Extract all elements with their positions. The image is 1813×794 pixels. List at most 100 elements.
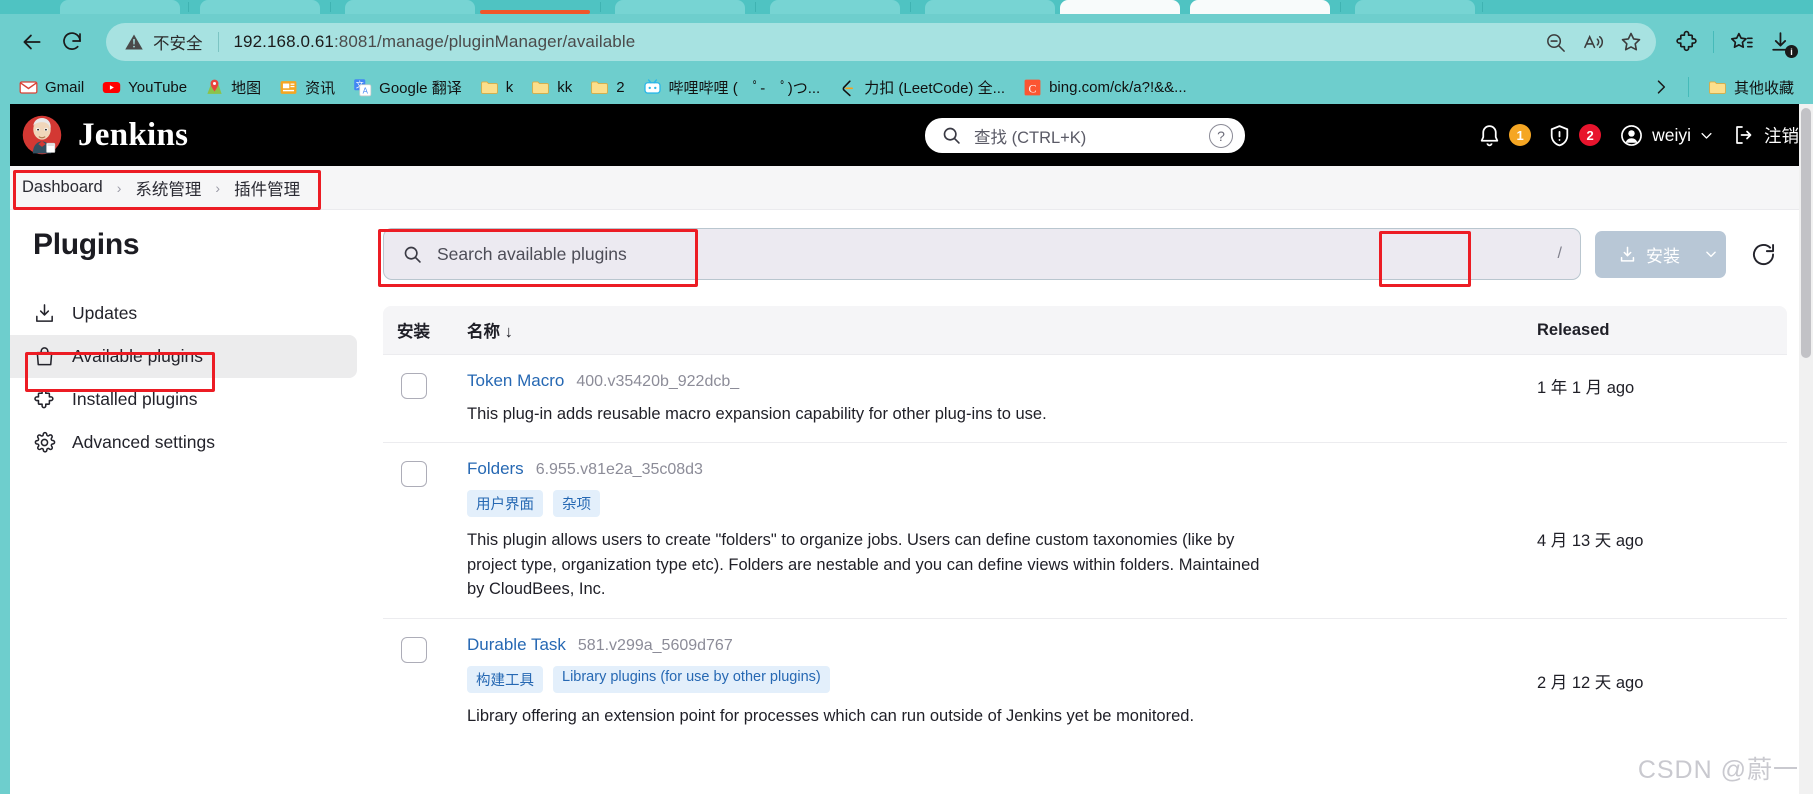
omnibox-actions <box>1536 23 1650 61</box>
shopping-bag-icon <box>36 347 53 366</box>
gear-icon <box>34 431 56 453</box>
bookmark-label: 力扣 (LeetCode) 全... <box>864 79 1006 97</box>
back-button[interactable] <box>12 22 52 62</box>
bookmark-google-translate[interactable]: 文 A Google 翻译 <box>344 74 471 101</box>
downloads-badge: i <box>1785 45 1798 58</box>
search-placeholder: Search available plugins <box>437 243 627 264</box>
plugin-label[interactable]: 构建工具 <box>467 665 543 693</box>
bookmark-bilibili[interactable]: 哔哩哔哩 ( ﾟ- ﾟ)つ... <box>634 74 830 101</box>
bookmark-youtube[interactable]: YouTube <box>93 75 196 100</box>
bookmark-label: 2 <box>616 78 625 96</box>
plugin-checkbox[interactable] <box>401 461 427 488</box>
notifications-button[interactable]: 1 <box>1471 123 1537 148</box>
tab-divider <box>600 2 601 12</box>
scrollbar-thumb[interactable] <box>1801 108 1811 358</box>
search-input[interactable]: Search available plugins / <box>383 228 1581 280</box>
browser-tab[interactable] <box>345 0 475 14</box>
downloads-icon[interactable]: i <box>1761 22 1801 62</box>
breadcrumb-separator: › <box>215 179 221 196</box>
row-name-cell: Token Macro 400.v35420b_922dcb_ This plu… <box>467 371 1537 426</box>
address-bar[interactable]: 不安全 192.168.0.61:8081/manage/pluginManag… <box>106 23 1656 61</box>
plugin-checkbox[interactable] <box>401 373 427 399</box>
collections-icon[interactable] <box>1721 22 1761 62</box>
browser-tab[interactable] <box>60 0 180 14</box>
search-icon <box>943 127 960 144</box>
sidebar-item-advanced-settings[interactable]: Advanced settings <box>0 421 357 464</box>
breadcrumb-item-dashboard[interactable]: Dashboard <box>22 178 103 197</box>
url-host: 192.168.0.61 <box>233 32 334 51</box>
bookmark-gmail[interactable]: Gmail <box>10 75 93 100</box>
install-button[interactable]: 安装 <box>1595 230 1703 278</box>
bookmark-folder-kk[interactable]: kk <box>522 75 581 100</box>
url-text[interactable]: 192.168.0.61:8081/manage/pluginManager/a… <box>234 32 636 52</box>
plugin-name-link[interactable]: Folders <box>467 459 524 479</box>
plugin-description: This plug-in adds reusable macro expansi… <box>467 405 1047 423</box>
sidebar-item-installed-plugins[interactable]: Installed plugins <box>0 378 357 421</box>
row-install-cell <box>383 635 467 728</box>
folder-icon <box>532 81 550 94</box>
plugin-released: 4 月 13 天 ago <box>1537 532 1644 551</box>
column-header-released[interactable]: Released <box>1537 321 1787 340</box>
bookmark-folder-k[interactable]: k <box>471 75 523 100</box>
plugin-label[interactable]: 用户界面 <box>467 490 543 518</box>
plugin-label[interactable]: 杂项 <box>553 490 600 518</box>
jenkins-title: Jenkins <box>78 116 189 153</box>
omnibox-divider <box>217 32 219 52</box>
browser-tab-active[interactable] <box>1060 0 1180 14</box>
plugin-name-link[interactable]: Durable Task <box>467 635 566 655</box>
breadcrumb-separator: › <box>116 179 122 196</box>
security-warnings-button[interactable]: 2 <box>1541 123 1607 148</box>
page-scrollbar[interactable] <box>1799 104 1813 794</box>
folder-icon <box>1709 81 1726 94</box>
bookmarks-overflow-chevron-right-icon[interactable] <box>1644 72 1678 102</box>
puzzle-piece-icon <box>34 389 54 409</box>
maps-icon <box>207 79 222 94</box>
security-warning[interactable]: 不安全 <box>124 30 203 54</box>
bookmark-leetcode[interactable]: 力扣 (LeetCode) 全... <box>829 74 1014 101</box>
bookmark-label: 资讯 <box>305 79 336 97</box>
row-install-cell <box>383 459 467 601</box>
browser-tab[interactable] <box>770 0 900 14</box>
bilibili-icon <box>643 78 661 94</box>
read-aloud-icon[interactable] <box>1574 23 1612 61</box>
breadcrumb-item-plugins[interactable]: 插件管理 <box>234 176 300 200</box>
bookmark-other-favorites[interactable]: 其他收藏 <box>1699 74 1803 101</box>
watermark: CSDN @蔚一 <box>1637 756 1799 784</box>
bookmark-label: kk <box>557 78 573 96</box>
browser-tab[interactable] <box>1355 0 1475 14</box>
bookmark-maps[interactable]: 地图 <box>196 74 270 101</box>
browser-tab[interactable] <box>1190 0 1330 14</box>
plugin-label[interactable]: Library plugins (for use by other plugin… <box>553 665 830 693</box>
logout-button[interactable]: 注销 <box>1726 123 1805 148</box>
column-header-name[interactable]: 名称 ↓ <box>467 318 1537 342</box>
user-menu[interactable]: weiyi <box>1611 123 1722 148</box>
jenkins-search-placeholder: 查找 (CTRL+K) <box>974 128 1087 147</box>
tab-strip[interactable] <box>0 0 1813 14</box>
zoom-out-icon[interactable] <box>1536 23 1574 61</box>
breadcrumb-item-system[interactable]: 系统管理 <box>135 176 201 200</box>
browser-tab[interactable] <box>925 0 1055 14</box>
jenkins-search-input[interactable]: 查找 (CTRL+K) ? <box>925 118 1245 153</box>
browser-tab[interactable] <box>200 0 320 14</box>
plugin-name-link[interactable]: Token Macro <box>467 371 564 391</box>
bookmark-folder-2[interactable]: 2 <box>581 75 633 100</box>
bookmark-bing[interactable]: C bing.com/ck/a?!&&... <box>1014 75 1196 100</box>
sidebar-item-available-plugins[interactable]: Available plugins <box>0 335 357 378</box>
tab-divider <box>1340 2 1341 12</box>
favorite-star-icon[interactable] <box>1612 23 1650 61</box>
youtube-icon <box>102 81 121 93</box>
plugin-checkbox[interactable] <box>401 636 427 663</box>
bookmark-news[interactable]: 资讯 <box>270 74 344 101</box>
folder-icon <box>591 81 609 94</box>
breadcrumb: Dashboard › 系统管理 › 插件管理 <box>0 166 1813 210</box>
row-name-cell: Durable Task 581.v299a_5609d767 构建工具 Lib… <box>467 635 1537 728</box>
browser-tab[interactable] <box>615 0 745 14</box>
tab-divider <box>1482 2 1483 12</box>
help-icon[interactable]: ? <box>1209 123 1233 148</box>
jenkins-brand[interactable]: Jenkins <box>20 113 188 157</box>
extensions-icon[interactable] <box>1666 22 1706 62</box>
sidebar-item-updates[interactable]: Updates <box>0 292 357 335</box>
refresh-button[interactable] <box>1740 231 1787 278</box>
reload-button[interactable] <box>52 22 92 62</box>
install-dropdown-chevron-down-icon[interactable] <box>1696 230 1726 278</box>
